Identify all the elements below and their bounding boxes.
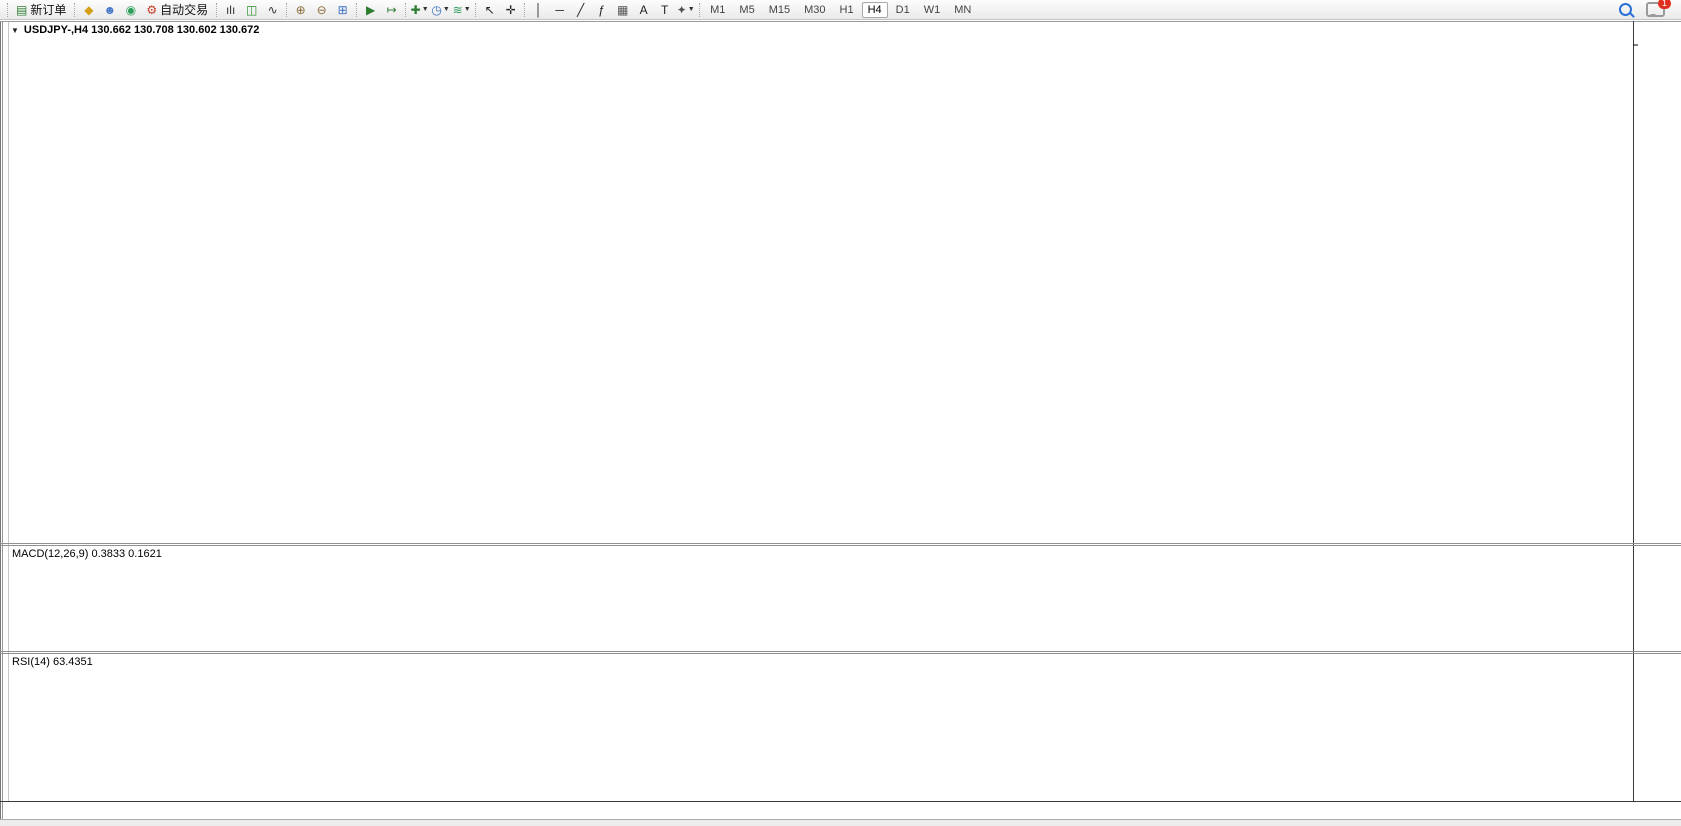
- timeframe-button-M30[interactable]: M30: [798, 2, 831, 18]
- timeframe-button-H1[interactable]: H1: [834, 2, 860, 18]
- zoom-in-icon[interactable]: ⊕: [290, 0, 311, 19]
- zoom-in-icon: ⊕: [296, 4, 306, 16]
- chevron-down-icon[interactable]: ▼: [11, 26, 19, 35]
- new-chart-icon: ✚: [411, 4, 421, 16]
- new-order-button-label: 新订单: [30, 1, 66, 18]
- dropdown-arrow-icon[interactable]: ▼: [443, 6, 450, 13]
- toolbar-separator: [405, 3, 406, 17]
- line-chart-icon: ∿: [268, 4, 278, 16]
- toolbar-separator: [475, 3, 476, 17]
- chat-icon[interactable]: 1: [1646, 2, 1665, 17]
- timeframe-button-MN[interactable]: MN: [948, 2, 977, 18]
- toolbar-separator: [286, 3, 287, 17]
- timeframe-button-M1[interactable]: M1: [704, 2, 731, 18]
- text-icon[interactable]: A: [633, 0, 654, 19]
- candlestick-chart-icon[interactable]: ◫: [241, 0, 262, 19]
- horizontal-line-icon[interactable]: ─: [549, 0, 570, 19]
- search-icon[interactable]: [1619, 3, 1632, 16]
- shapes-icon[interactable]: ✦▼: [675, 0, 696, 19]
- gold-icon: ◆: [84, 4, 93, 16]
- crosshair-icon[interactable]: ✛: [500, 0, 521, 19]
- new-chart-icon[interactable]: ✚▼: [409, 0, 430, 19]
- bar-chart-icon[interactable]: ılı: [220, 0, 241, 19]
- auto-scroll-icon[interactable]: ▶: [360, 0, 381, 19]
- text-label-icon[interactable]: T: [654, 0, 675, 19]
- toolbar-separator: [216, 3, 217, 17]
- chart-title: USDJPY-,H4 130.662 130.708 130.602 130.6…: [24, 24, 259, 36]
- gold-icon[interactable]: ◆: [78, 0, 99, 19]
- auto-trading-button-label: 自动交易: [160, 1, 208, 18]
- chart-canvas[interactable]: [0, 0, 1681, 826]
- indicators-icon: ≋: [453, 4, 463, 16]
- toolbar-separator: [74, 3, 75, 17]
- timeframe-button-W1[interactable]: W1: [918, 2, 947, 18]
- timeframe-button-H4[interactable]: H4: [862, 2, 888, 18]
- text-label-icon: T: [661, 4, 668, 16]
- zoom-out-icon[interactable]: ⊖: [311, 0, 332, 19]
- cursor-icon[interactable]: ↖: [479, 0, 500, 19]
- indicators-icon[interactable]: ≋▼: [451, 0, 472, 19]
- profiles-icon[interactable]: ◷▼: [430, 0, 451, 19]
- community-icon[interactable]: ☻: [99, 0, 120, 19]
- fibonacci-icon[interactable]: ƒ: [591, 0, 612, 19]
- auto-trading-icon: ⚙: [146, 3, 157, 17]
- timeframe-button-M5[interactable]: M5: [733, 2, 760, 18]
- grid-icon: ▦: [617, 4, 628, 16]
- tile-windows-icon[interactable]: ⊞: [332, 0, 353, 19]
- line-chart-icon[interactable]: ∿: [262, 0, 283, 19]
- dropdown-arrow-icon[interactable]: ▼: [464, 6, 471, 13]
- horizontal-line-icon: ─: [555, 4, 564, 16]
- tile-windows-icon: ⊞: [338, 4, 348, 16]
- auto-scroll-icon: ▶: [366, 4, 375, 16]
- community-icon: ☻: [104, 4, 117, 16]
- dropdown-arrow-icon[interactable]: ▼: [422, 6, 429, 13]
- trendline-icon[interactable]: ╱: [570, 0, 591, 19]
- toolbar-separator: [356, 3, 357, 17]
- chart-shift-icon[interactable]: ↦: [381, 0, 402, 19]
- zoom-out-icon: ⊖: [317, 4, 327, 16]
- timeframe-button-D1[interactable]: D1: [890, 2, 916, 18]
- profiles-icon: ◷: [431, 4, 441, 16]
- new-order-icon: ▤: [16, 3, 27, 17]
- timeframe-button-M15[interactable]: M15: [763, 2, 796, 18]
- signals-icon: ◉: [126, 4, 136, 16]
- grid-icon[interactable]: ▦: [612, 0, 633, 19]
- new-order-button[interactable]: ▤新订单: [11, 1, 71, 18]
- fibonacci-icon: ƒ: [598, 4, 605, 16]
- auto-trading-button[interactable]: ⚙自动交易: [141, 1, 213, 18]
- trendline-icon: ╱: [577, 4, 584, 16]
- chart-title-bar: ▼ USDJPY-,H4 130.662 130.708 130.602 130…: [11, 24, 259, 36]
- chart-shift-icon: ↦: [387, 4, 397, 16]
- toolbar-separator: [7, 3, 8, 17]
- crosshair-icon: ✛: [506, 4, 516, 16]
- toolbar-separator: [524, 3, 525, 17]
- toolbar: ▤新订单◆☻◉⚙自动交易ılı◫∿⊕⊖⊞▶↦✚▼◷▼≋▼↖✛│─╱ƒ▦AT✦▼M…: [0, 0, 1681, 20]
- vertical-line-icon: │: [535, 4, 543, 16]
- vertical-line-icon[interactable]: │: [528, 0, 549, 19]
- rsi-label: RSI(14) 63.4351: [12, 656, 93, 668]
- candlestick-chart-icon: ◫: [246, 4, 257, 16]
- bar-chart-icon: ılı: [226, 4, 235, 16]
- toolbar-separator: [699, 3, 700, 17]
- dropdown-arrow-icon[interactable]: ▼: [688, 6, 695, 13]
- macd-label: MACD(12,26,9) 0.3833 0.1621: [12, 548, 162, 560]
- cursor-icon: ↖: [485, 4, 495, 16]
- shapes-icon: ✦: [677, 4, 687, 16]
- text-icon: A: [640, 4, 648, 16]
- notification-badge: 1: [1658, 0, 1671, 9]
- signals-icon[interactable]: ◉: [120, 0, 141, 19]
- mt4-window: ▤新订单◆☻◉⚙自动交易ılı◫∿⊕⊖⊞▶↦✚▼◷▼≋▼↖✛│─╱ƒ▦AT✦▼M…: [0, 0, 1681, 826]
